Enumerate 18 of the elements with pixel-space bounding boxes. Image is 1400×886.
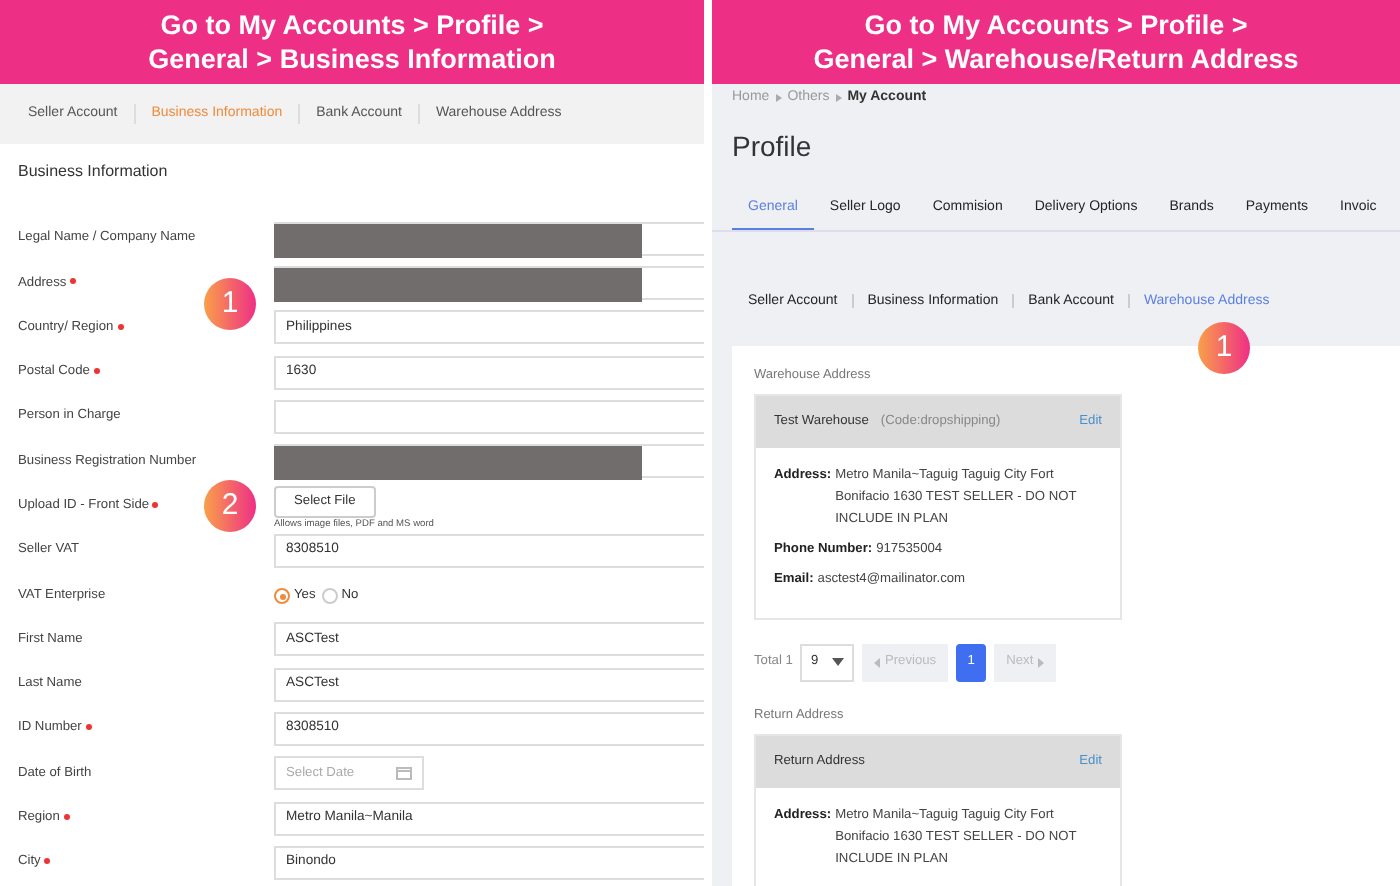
calendar-icon — [396, 766, 412, 781]
header-text: Go to My Accounts > Profile > — [160, 8, 544, 42]
caret-icon — [832, 658, 845, 667]
header-text: Go to My Accounts > Profile > — [864, 8, 1248, 42]
radio-button[interactable] — [274, 587, 290, 604]
right-arrow-icon — [1037, 657, 1044, 668]
header-text: General > Warehouse/Return Address — [813, 42, 1299, 76]
step-badge: 1 — [1198, 322, 1250, 374]
chevron-icon — [775, 94, 782, 102]
page-title: Profile — [730, 128, 814, 166]
form-title: Business Information — [16, 160, 170, 184]
left-arrow-icon — [874, 657, 881, 668]
step-badge: 1 — [204, 278, 256, 331]
radio-button[interactable] — [321, 587, 338, 604]
input-field[interactable] — [274, 399, 704, 434]
chevron-icon — [835, 94, 842, 102]
step-badge: 2 — [204, 479, 256, 532]
header-text: General > Business Information — [148, 42, 556, 76]
